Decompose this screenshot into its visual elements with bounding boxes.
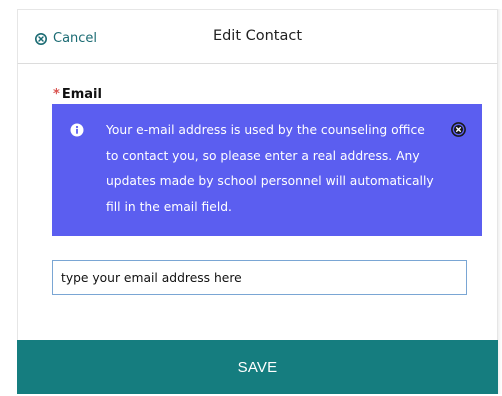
modal-body: * Email Your e-mail address is used by th…	[17, 64, 498, 340]
save-button[interactable]: SAVE	[17, 340, 498, 394]
email-label-text: Email	[61, 87, 102, 102]
info-alert: Your e-mail address is used by the couns…	[52, 104, 482, 236]
required-marker: *	[53, 87, 60, 102]
page-title: Edit Contact	[212, 28, 303, 44]
modal-shadow	[498, 9, 502, 394]
email-label: * Email	[53, 87, 102, 102]
info-alert-text: Your e-mail address is used by the couns…	[106, 123, 434, 214]
edit-contact-modal: Cancel Edit Contact * Email Your e-mail a…	[0, 0, 502, 396]
close-alert-icon[interactable]	[451, 122, 466, 137]
email-field[interactable]	[52, 260, 467, 295]
info-icon	[70, 122, 84, 137]
modal-header: Cancel Edit Contact	[17, 9, 498, 64]
